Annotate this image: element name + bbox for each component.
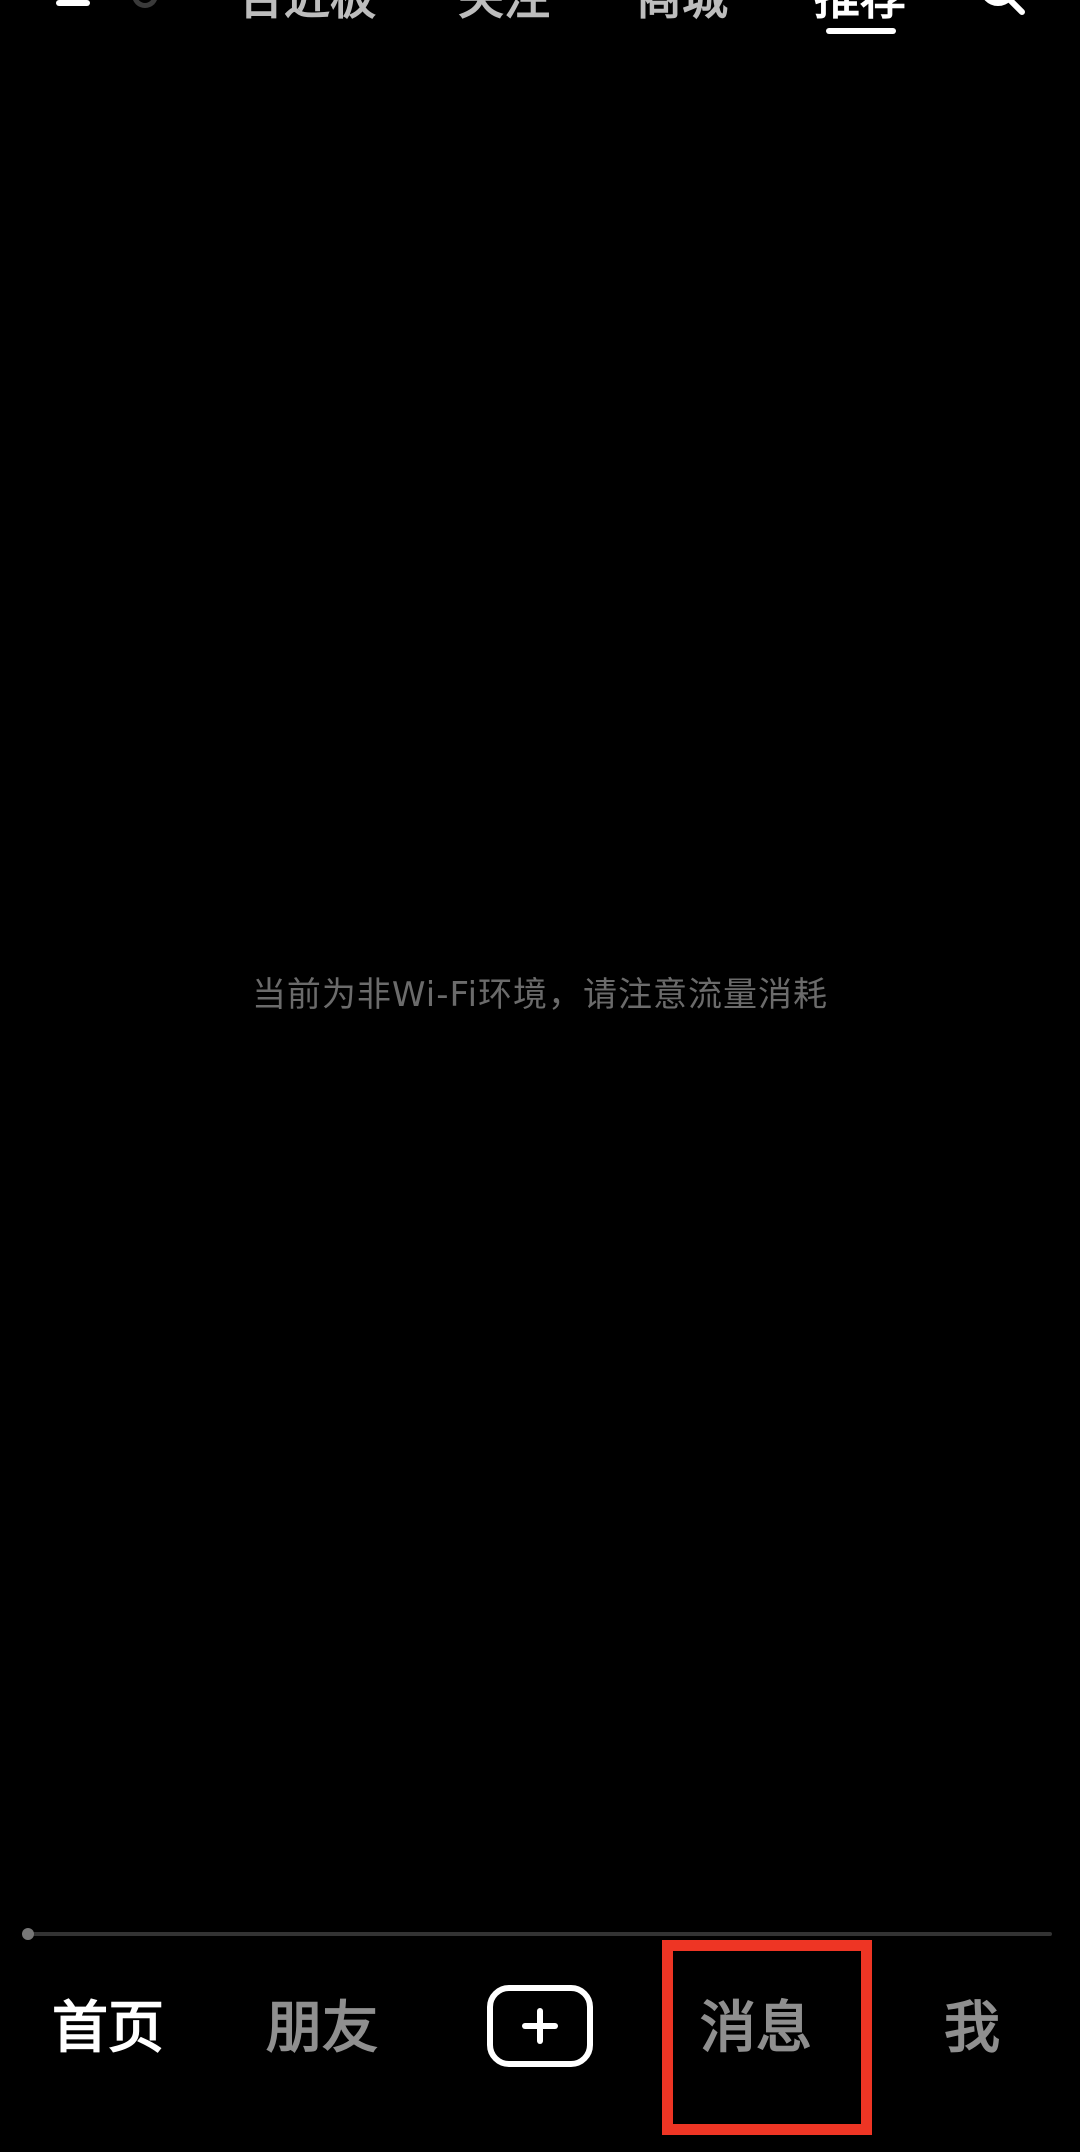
nav-friends[interactable]: 朋友 [266,1997,378,2061]
top-bar: 合近板 关注 商城 推荐 [0,0,1080,46]
progress-bar[interactable] [28,1932,1052,1936]
highlight-box [662,1940,872,2135]
tab-following[interactable]: 关注 [458,0,550,24]
tab-mall[interactable]: 商城 [636,0,728,24]
live-icon[interactable] [132,0,158,8]
tab-recommend[interactable]: 推荐 [814,0,906,24]
network-hint: 当前为非Wi-Fi环境，请注意流量消耗 [251,975,829,1015]
search-icon[interactable] [974,0,1030,22]
active-tab-indicator [826,28,896,34]
nav-me[interactable]: 我 [944,1997,1000,2061]
progress-handle[interactable] [22,1928,34,1940]
tab-nearby[interactable]: 合近板 [238,0,376,24]
bottom-nav: 首页 朋友 消息 我 [0,1950,1080,2110]
create-button[interactable] [487,1985,593,2067]
menu-icon[interactable] [56,0,90,6]
nav-home[interactable]: 首页 [52,1997,164,2061]
